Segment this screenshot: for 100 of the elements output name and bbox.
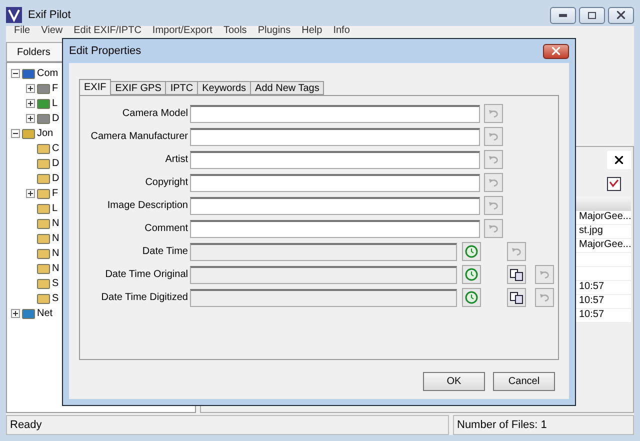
input-field[interactable] [190,196,480,214]
status-text: Number of Files: 1 [453,415,634,435]
expander-icon[interactable] [11,129,20,138]
dialog-button[interactable]: OK [423,372,485,391]
undo-icon [488,178,498,186]
list-cell: MajorGee... [579,239,631,252]
close-button[interactable] [608,6,634,24]
field-label: Copyright [144,177,188,188]
tree-item[interactable]: N [52,233,60,244]
checklist-icon[interactable] [607,177,621,191]
list-cell: MajorGee... [579,211,631,224]
tree-item[interactable]: C [52,143,60,154]
tree-item[interactable]: N [52,263,60,274]
undo-icon [512,248,522,256]
tree-item[interactable]: L [52,203,58,214]
expander-icon[interactable] [26,99,35,108]
tab[interactable]: Add New Tags [250,81,324,95]
date-picker-button[interactable] [462,242,481,261]
maximize-icon [588,12,596,18]
folder-icon [37,232,50,244]
tree-item[interactable]: Com [37,68,58,79]
list-cell-text: 10:57 [579,309,606,322]
field-label: Date Time Digitized [100,292,188,303]
tree-item[interactable]: N [52,218,60,229]
menu-item[interactable]: Help [302,26,322,36]
status-text: Ready [6,415,449,435]
tree-item[interactable]: D [52,158,60,169]
tree-item[interactable]: Jon [37,128,54,139]
dialog-title: Edit Properties [69,45,142,57]
tree-item[interactable]: D [52,113,60,124]
menu-item[interactable]: Tools [223,26,247,36]
minimize-button[interactable] [550,6,576,24]
copy-icon [510,268,523,280]
copy-button[interactable] [507,265,526,284]
tab[interactable]: EXIF GPS [110,81,166,95]
menu-item[interactable]: Info [333,26,350,36]
folder-icon [37,292,50,304]
undo-icon [488,132,498,140]
minimize-icon [559,14,567,16]
folder-icon [37,202,50,214]
expander-icon[interactable] [26,114,35,123]
dialog-button[interactable]: Cancel [493,372,555,391]
expander-icon[interactable] [26,84,35,93]
tree-item[interactable]: F [52,188,58,199]
clock-icon [465,268,478,281]
input-field[interactable] [190,104,480,122]
copy-icon [510,292,523,304]
input-field[interactable] [190,150,480,168]
close-button[interactable] [543,44,569,58]
tree-item[interactable]: Net [37,308,53,319]
tree-item[interactable]: S [52,278,59,289]
tree-item[interactable]: L [52,98,58,109]
list-cell-text: 10:57 [579,281,606,294]
undo-icon [488,110,498,118]
window-title: Exif Pilot [28,9,71,21]
close-icon [615,156,623,164]
folder-icon [37,142,50,154]
menu-item[interactable]: View [41,26,63,36]
drive-icon [37,82,50,94]
menu-item[interactable]: Import/Export [152,26,212,36]
menu-item[interactable]: Edit EXIF/IPTC [74,26,142,36]
copy-button[interactable] [507,288,526,307]
monitor-icon [22,68,35,80]
undo-icon [540,270,550,278]
expander-icon[interactable] [26,189,35,198]
field-label: Date Time Original [104,269,188,280]
tab[interactable]: EXIF [79,79,112,95]
close-button[interactable] [607,151,631,169]
maximize-button[interactable] [579,6,605,24]
expander-icon[interactable] [11,69,20,78]
folder-icon [37,172,50,184]
expander-icon[interactable] [11,309,20,318]
date-picker-button[interactable] [462,265,481,284]
tree-item[interactable]: N [52,248,60,259]
tree-item[interactable]: D [52,173,60,184]
tab[interactable]: IPTC [165,81,198,95]
drive-icon [37,112,50,124]
undo-icon [488,224,498,232]
tree-item[interactable]: F [52,83,58,94]
undo-icon [488,202,498,210]
input-field[interactable] [190,128,480,146]
input-field[interactable] [190,220,480,238]
clock-icon [465,291,478,304]
menu-item[interactable]: File [14,26,30,36]
folder-icon [37,158,50,170]
folder-icon [37,188,50,200]
date-picker-button[interactable] [462,288,481,307]
menu-item[interactable]: Plugins [258,26,291,36]
input-field[interactable] [190,174,480,192]
list-cell-text: 10:57 [579,295,606,308]
clock-icon [465,245,478,258]
field-label: Date Time [141,246,188,257]
folder-icon [37,248,50,260]
field-label: Image Description [106,200,188,211]
field-label: Camera Model [121,108,188,119]
app-logo-icon [6,7,22,23]
tree-item[interactable]: S [52,293,59,304]
field-label: Camera Manufacturer [90,131,188,142]
tab[interactable]: Keywords [197,81,252,95]
undo-icon [488,156,498,164]
